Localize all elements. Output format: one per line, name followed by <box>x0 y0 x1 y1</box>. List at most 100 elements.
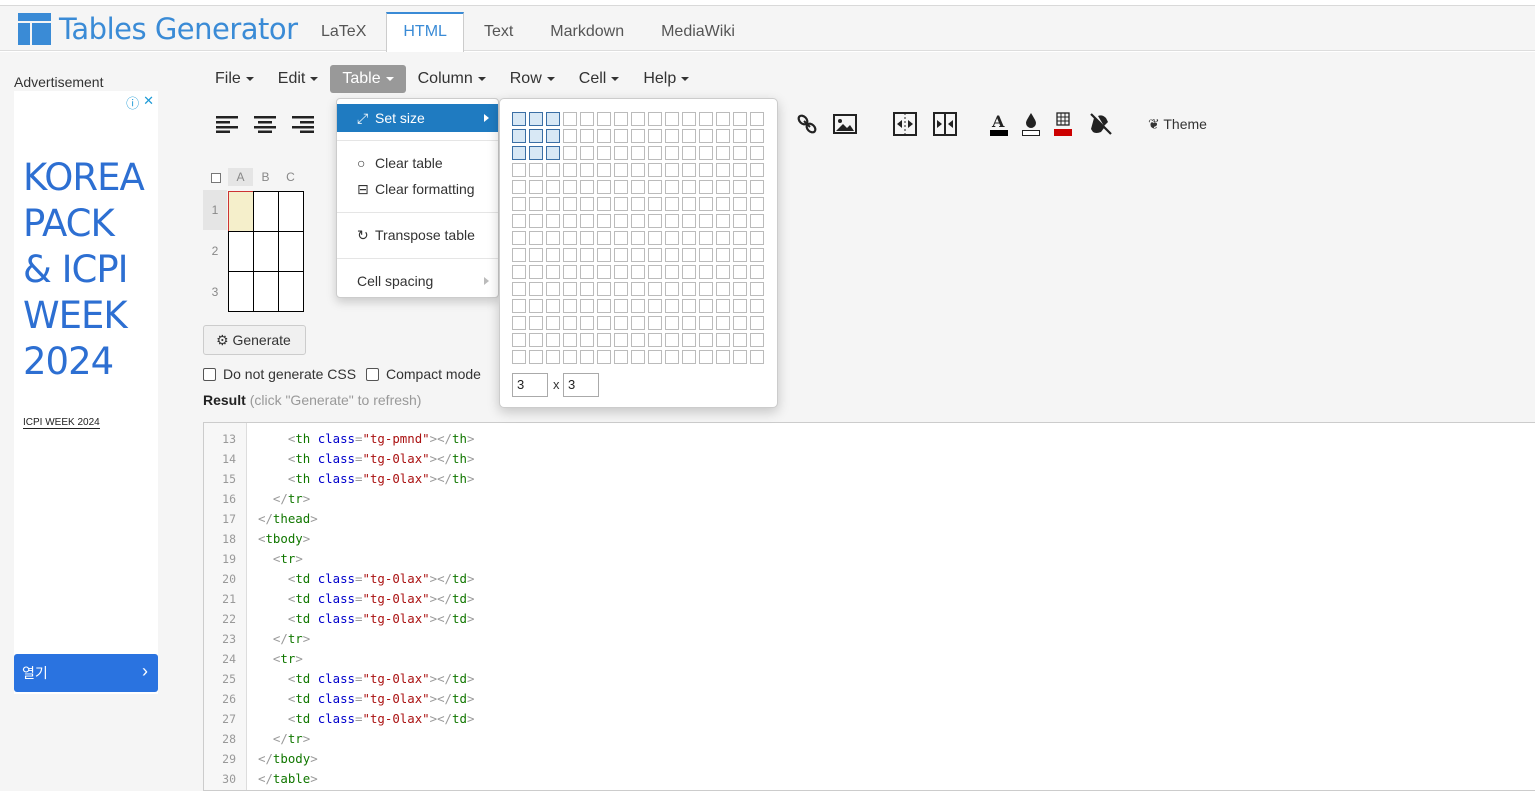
size-grid-cell[interactable] <box>597 180 611 194</box>
size-grid-cell[interactable] <box>614 333 628 347</box>
link-icon[interactable] <box>793 110 821 138</box>
size-grid-cell[interactable] <box>529 265 543 279</box>
size-grid-cell[interactable] <box>580 299 594 313</box>
size-grid-cell[interactable] <box>529 231 543 245</box>
size-grid-cell[interactable] <box>648 299 662 313</box>
menu-help[interactable]: Help <box>631 65 701 93</box>
size-grid-cell[interactable] <box>631 316 645 330</box>
size-grid-cell[interactable] <box>580 112 594 126</box>
code-output[interactable]: 13 <th class="tg-pmnd"></th> 14 <th class… <box>203 422 1535 791</box>
size-grid-cell[interactable] <box>597 146 611 160</box>
menu-item-clear-formatting[interactable]: ⊟ Clear formatting <box>337 175 498 203</box>
size-grid-cell[interactable] <box>529 214 543 228</box>
size-grid-cell[interactable] <box>699 316 713 330</box>
size-grid-cell[interactable] <box>750 129 764 143</box>
size-grid-cell[interactable] <box>614 214 628 228</box>
row-header-3[interactable]: 3 <box>203 272 227 312</box>
size-grid-cell[interactable] <box>682 282 696 296</box>
size-grid-cell[interactable] <box>750 333 764 347</box>
size-grid-cell[interactable] <box>699 333 713 347</box>
size-grid-cell[interactable] <box>597 129 611 143</box>
tab-latex[interactable]: LaTeX <box>304 12 383 51</box>
size-grid-cell[interactable] <box>648 197 662 211</box>
size-grid-cell[interactable] <box>597 112 611 126</box>
size-grid-cell[interactable] <box>580 214 594 228</box>
size-grid-cell[interactable] <box>614 299 628 313</box>
size-grid-cell[interactable] <box>563 112 577 126</box>
size-grid-cell[interactable] <box>733 129 747 143</box>
ad-info-icon[interactable]: ⓘ <box>126 93 139 112</box>
size-grid-cell[interactable] <box>750 316 764 330</box>
row-header-1[interactable]: 1 <box>203 190 227 230</box>
size-grid-cell[interactable] <box>716 248 730 262</box>
table-cell-c2[interactable] <box>278 231 304 272</box>
size-grid-cell[interactable] <box>648 129 662 143</box>
menu-cell[interactable]: Cell <box>567 65 632 93</box>
size-grid-cell[interactable] <box>512 214 526 228</box>
size-grid-cell[interactable] <box>631 180 645 194</box>
size-grid-cell[interactable] <box>665 282 679 296</box>
size-grid-cell[interactable] <box>750 231 764 245</box>
size-grid-cell[interactable] <box>716 180 730 194</box>
col-header-a[interactable]: A <box>228 168 253 186</box>
size-grid-cell[interactable] <box>631 265 645 279</box>
split-cells-icon[interactable] <box>931 110 959 138</box>
size-grid-cell[interactable] <box>631 129 645 143</box>
image-icon[interactable] <box>831 110 859 138</box>
size-grid-cell[interactable] <box>546 333 560 347</box>
size-grid-cell[interactable] <box>546 214 560 228</box>
align-left-icon[interactable] <box>213 110 241 138</box>
size-grid-cell[interactable] <box>631 231 645 245</box>
size-grid-cell[interactable] <box>750 197 764 211</box>
size-grid-cell[interactable] <box>716 214 730 228</box>
size-grid-cell[interactable] <box>512 180 526 194</box>
size-grid-cell[interactable] <box>733 316 747 330</box>
size-grid-cell[interactable] <box>563 214 577 228</box>
row-header-2[interactable]: 2 <box>203 231 227 271</box>
size-grid-cell[interactable] <box>665 180 679 194</box>
size-grid-cell[interactable] <box>563 248 577 262</box>
menu-edit[interactable]: Edit <box>266 65 331 93</box>
size-grid-cell[interactable] <box>699 231 713 245</box>
size-grid-cell[interactable] <box>699 163 713 177</box>
size-grid-cell[interactable] <box>546 180 560 194</box>
size-grid-cell[interactable] <box>614 316 628 330</box>
size-grid-cell[interactable] <box>563 197 577 211</box>
size-grid-cell[interactable] <box>563 282 577 296</box>
size-grid-cell[interactable] <box>750 163 764 177</box>
size-grid-cell[interactable] <box>563 333 577 347</box>
table-cell-b1[interactable] <box>253 191 279 232</box>
size-grid-cell[interactable] <box>631 282 645 296</box>
rows-input[interactable]: 3 <box>512 373 548 397</box>
size-grid-cell[interactable] <box>631 146 645 160</box>
size-grid-cell[interactable] <box>631 299 645 313</box>
size-grid-cell[interactable] <box>750 282 764 296</box>
size-grid-cell[interactable] <box>648 163 662 177</box>
size-grid-cell[interactable] <box>699 197 713 211</box>
size-grid-cell[interactable] <box>597 248 611 262</box>
size-grid-cell[interactable] <box>682 214 696 228</box>
size-grid-cell[interactable] <box>716 282 730 296</box>
size-grid-cell[interactable] <box>597 163 611 177</box>
size-grid-cell[interactable] <box>580 146 594 160</box>
size-grid-cell[interactable] <box>682 129 696 143</box>
menu-row[interactable]: Row <box>498 65 567 93</box>
size-grid-cell[interactable] <box>665 146 679 160</box>
size-grid-cell[interactable] <box>580 180 594 194</box>
size-grid-cell[interactable] <box>529 282 543 296</box>
size-grid-cell[interactable] <box>733 282 747 296</box>
size-grid-cell[interactable] <box>699 214 713 228</box>
size-grid-cell[interactable] <box>580 316 594 330</box>
ad-open-button[interactable]: 열기 › <box>14 654 158 692</box>
size-grid-cell[interactable] <box>563 350 577 364</box>
no-css-option[interactable]: Do not generate CSS <box>203 366 356 382</box>
size-grid-cell[interactable] <box>614 180 628 194</box>
size-grid-cell[interactable] <box>648 265 662 279</box>
size-grid-cell[interactable] <box>648 316 662 330</box>
size-grid-cell[interactable] <box>733 299 747 313</box>
size-grid-cell[interactable] <box>682 180 696 194</box>
size-grid-cell[interactable] <box>614 265 628 279</box>
size-grid-cell[interactable] <box>733 265 747 279</box>
size-grid-cell[interactable] <box>563 146 577 160</box>
cols-input[interactable]: 3 <box>563 373 599 397</box>
